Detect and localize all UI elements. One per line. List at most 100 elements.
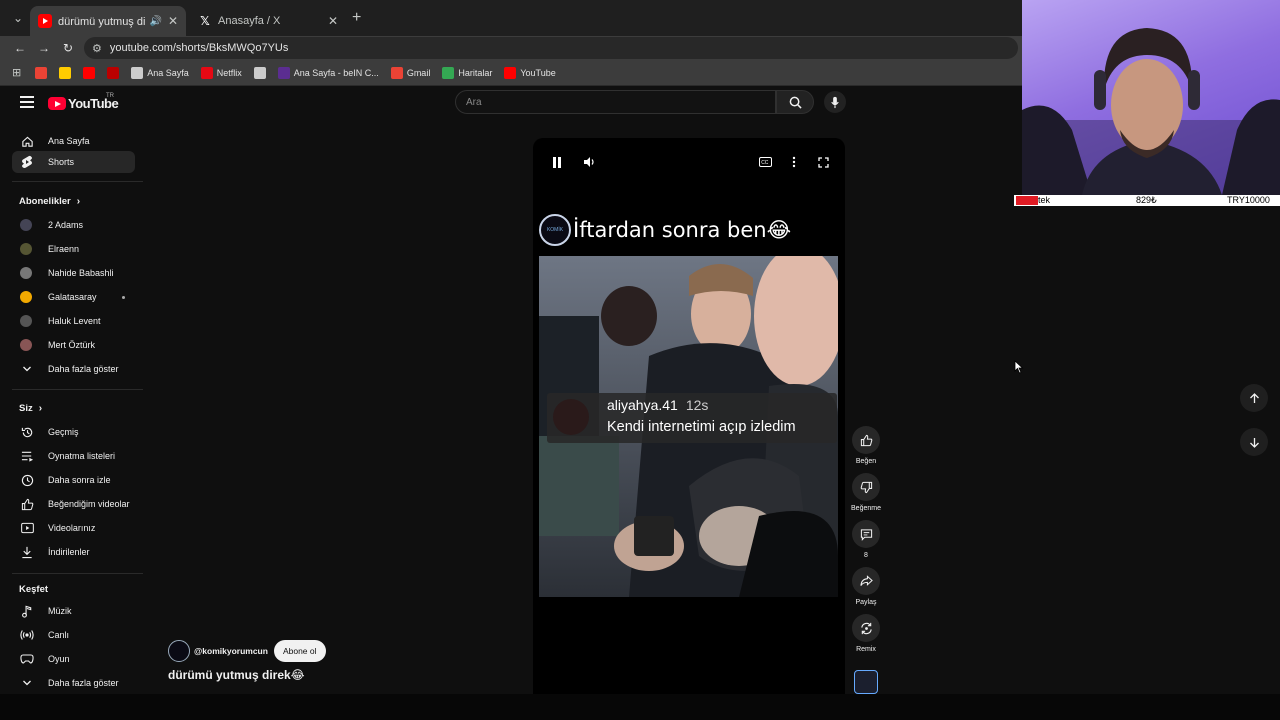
shorts-player[interactable]: CC KOMİK İftardan sonra ben😂 aliyahya.41… bbox=[533, 138, 845, 694]
address-bar[interactable]: ⚙ youtube.com/shorts/BksMWQo7YUs bbox=[84, 37, 1018, 59]
dislike-icon[interactable] bbox=[852, 473, 880, 501]
sidebar-subscription-item[interactable]: Mert Öztürk bbox=[12, 334, 135, 356]
explore-show-more[interactable]: Daha fazla göster bbox=[12, 672, 135, 694]
channel-avatar bbox=[20, 243, 32, 255]
sidebar-item-thumbs-up[interactable]: Beğendiğim videolar bbox=[12, 493, 135, 515]
tab-youtube-short[interactable]: dürümü yutmuş direk😂 - YouTube 🔊 ✕ bbox=[30, 6, 186, 36]
bookmark-item[interactable]: Ana Sayfa bbox=[131, 66, 189, 79]
fullscreen-icon[interactable] bbox=[815, 154, 831, 170]
sidebar-item-gaming[interactable]: Oyun bbox=[12, 648, 135, 670]
previous-short-button[interactable] bbox=[1240, 384, 1268, 412]
you-heading[interactable]: Siz › bbox=[19, 403, 42, 414]
pause-icon[interactable] bbox=[549, 154, 565, 170]
explore-heading: Keşfet bbox=[19, 584, 48, 595]
action-remix[interactable]: Remix bbox=[851, 614, 881, 653]
more-options-icon[interactable] bbox=[786, 154, 802, 170]
caption-text: İftardan sonra ben😂 bbox=[573, 218, 792, 242]
bookmark-item[interactable] bbox=[253, 66, 270, 79]
sidebar-item-playlist[interactable]: Oynatma listeleri bbox=[12, 445, 135, 467]
next-short-button[interactable] bbox=[1240, 428, 1268, 456]
tab-audio-icon[interactable]: 🔊 bbox=[149, 16, 161, 27]
bookmark-item[interactable] bbox=[59, 66, 75, 79]
short-channel-row: @komikyorumcun Abone ol bbox=[168, 640, 326, 662]
tab-close-icon[interactable]: ✕ bbox=[168, 14, 178, 28]
bookmark-item[interactable]: Haritalar bbox=[442, 66, 492, 79]
sidebar-subscription-item[interactable]: 2 Adams bbox=[12, 214, 135, 236]
bookmark-item[interactable] bbox=[83, 66, 99, 79]
comment-icon[interactable] bbox=[852, 520, 880, 548]
like-icon[interactable] bbox=[852, 426, 880, 454]
sidebar-divider bbox=[12, 573, 143, 574]
youtube-logo[interactable]: YouTube TR bbox=[48, 93, 119, 111]
bookmark-item[interactable] bbox=[35, 66, 51, 79]
youtube-icon bbox=[504, 66, 517, 79]
bookmark-item[interactable]: Ana Sayfa - beIN C... bbox=[277, 66, 379, 79]
action-comment[interactable]: 8 bbox=[851, 520, 881, 559]
explore-title: Keşfet bbox=[19, 584, 49, 595]
sidebar-item-shorts[interactable]: Shorts bbox=[12, 151, 135, 173]
sidebar-item-label: Beğendiğim videolar bbox=[48, 499, 130, 509]
video-icon bbox=[20, 521, 34, 535]
sound-reel-thumbnail[interactable] bbox=[854, 670, 878, 694]
sidebar-item-history[interactable]: Geçmiş bbox=[12, 421, 135, 443]
tab-x[interactable]: 𝕏 Anasayfa / X ✕ bbox=[190, 6, 346, 36]
share-icon[interactable] bbox=[852, 567, 880, 595]
arrow-down-icon bbox=[1249, 437, 1259, 448]
bookmark-label: YouTube bbox=[520, 67, 556, 78]
sidebar-item-music[interactable]: Müzik bbox=[12, 600, 135, 622]
action-share[interactable]: Paylaş bbox=[851, 567, 881, 606]
sidebar-item-video[interactable]: Videolarınız bbox=[12, 517, 135, 539]
ticker-middle: 829₺ bbox=[1136, 195, 1157, 205]
search-placeholder: Ara bbox=[466, 96, 482, 108]
svg-text:CC: CC bbox=[761, 160, 769, 166]
sidebar-subscription-item[interactable]: Galatasaray bbox=[12, 286, 135, 308]
bookmark-item[interactable]: YouTube bbox=[504, 66, 556, 79]
youtube-play-icon bbox=[48, 97, 66, 110]
globe-icon bbox=[253, 66, 266, 79]
action-dislike[interactable]: Beğenme bbox=[851, 473, 881, 512]
channel-handle[interactable]: @komikyorumcun bbox=[194, 646, 268, 656]
guide-menu-icon[interactable] bbox=[20, 96, 34, 108]
site-info-icon[interactable]: ⚙ bbox=[92, 42, 102, 55]
new-tab-button[interactable]: + bbox=[352, 10, 361, 26]
music-icon bbox=[20, 604, 34, 618]
channel-avatar[interactable] bbox=[168, 640, 190, 662]
sidebar-subscription-item[interactable]: Haluk Levent bbox=[12, 310, 135, 332]
sidebar-item-label: Elraenn bbox=[48, 244, 80, 254]
gmail-icon bbox=[390, 66, 403, 79]
bookmark-item[interactable]: Gmail bbox=[390, 66, 430, 79]
video-frame[interactable]: aliyahya.41 12s Kendi internetimi açıp iz… bbox=[539, 256, 838, 597]
back-arrow-icon[interactable]: ← bbox=[12, 40, 28, 56]
reload-icon[interactable]: ↻ bbox=[60, 40, 76, 56]
voice-search-button[interactable] bbox=[824, 91, 846, 113]
sidebar-item-download[interactable]: İndirilenler bbox=[12, 541, 135, 563]
sidebar-subscription-item[interactable]: Nahide Babashli bbox=[12, 262, 135, 284]
bookmark-item[interactable] bbox=[107, 66, 123, 79]
chevron-down-icon bbox=[20, 676, 34, 690]
sidebar-subscription-item[interactable]: Elraenn bbox=[12, 238, 135, 260]
url-text: youtube.com/shorts/BksMWQo7YUs bbox=[109, 42, 289, 54]
apps-grid-icon[interactable]: ⊞ bbox=[12, 66, 21, 79]
subscribe-button[interactable]: Abone ol bbox=[273, 640, 326, 662]
action-like[interactable]: Beğen bbox=[851, 426, 881, 465]
action-label: Beğen bbox=[855, 458, 877, 465]
sidebar-item-label: İndirilenler bbox=[48, 547, 90, 557]
bookmark-item[interactable]: Netflix bbox=[200, 66, 242, 79]
captions-icon[interactable]: CC bbox=[757, 154, 773, 170]
maps-icon bbox=[442, 66, 455, 79]
bookmark-label: Ana Sayfa - beIN C... bbox=[293, 67, 379, 78]
search-button[interactable] bbox=[776, 90, 814, 114]
tab-close-icon[interactable]: ✕ bbox=[328, 14, 338, 28]
remix-icon[interactable] bbox=[852, 614, 880, 642]
subscriptions-heading[interactable]: Abonelikler › bbox=[19, 196, 80, 207]
sidebar-item-clock[interactable]: Daha sonra izle bbox=[12, 469, 135, 491]
subscriptions-show-more[interactable]: Daha fazla göster bbox=[12, 358, 135, 380]
volume-icon[interactable] bbox=[581, 154, 597, 170]
tab-search-chevron-icon[interactable]: ⌄ bbox=[10, 10, 26, 26]
bookmarks-bar: ⊞ Ana Sayfa Netflix Ana Sayfa - beIN C... G… bbox=[0, 60, 1022, 86]
forward-arrow-icon[interactable]: → bbox=[36, 40, 52, 56]
sidebar-item-live[interactable]: Canlı bbox=[12, 624, 135, 646]
sidebar-item-home[interactable]: Ana Sayfa bbox=[12, 130, 135, 152]
search-input[interactable]: Ara bbox=[455, 90, 776, 114]
sidebar-item-label: Daha fazla göster bbox=[48, 364, 119, 374]
